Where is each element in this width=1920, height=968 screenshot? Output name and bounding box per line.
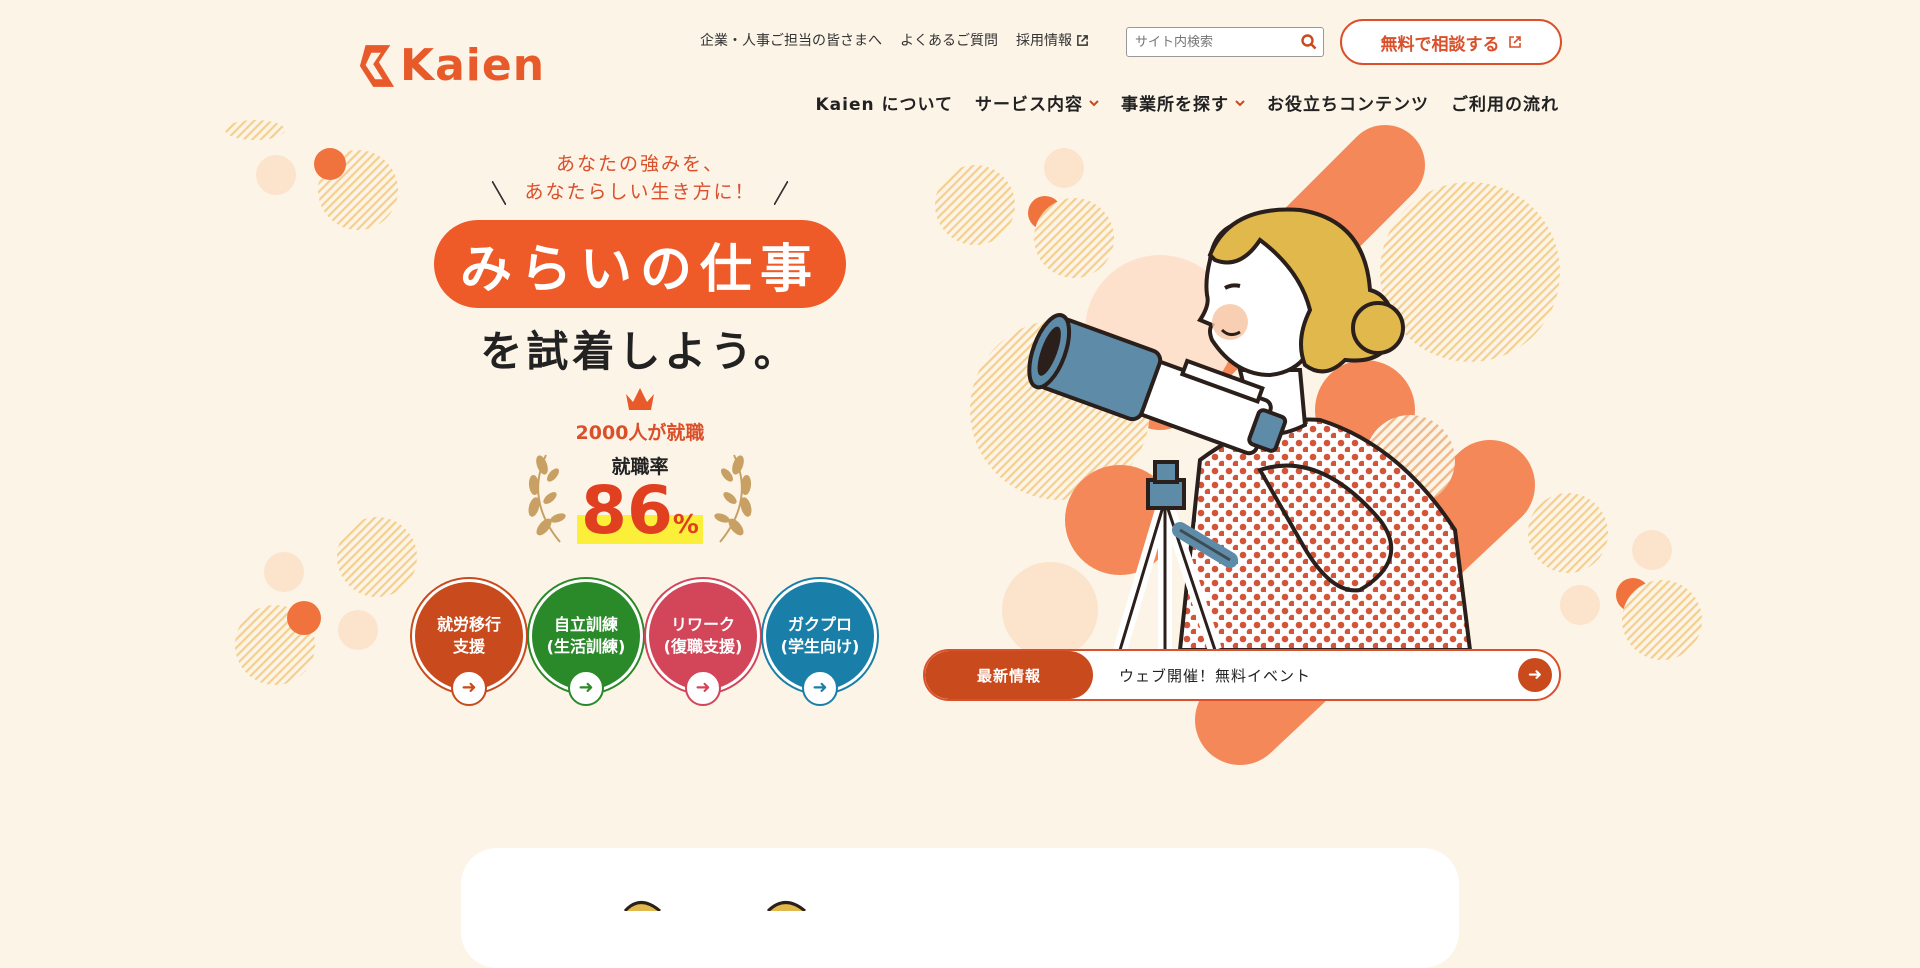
service-line2: (復職支援) — [663, 637, 743, 656]
nav-contents[interactable]: お役立ちコンテンツ — [1267, 90, 1429, 115]
external-link-icon — [1077, 34, 1088, 46]
employment-rate-value: 86 — [581, 472, 673, 549]
service-line2: (学生向け) — [780, 637, 860, 656]
nav-flow[interactable]: ご利用の流れ — [1451, 90, 1559, 115]
service-line2: (生活訓練) — [546, 637, 626, 656]
tagline-slash-left — [492, 180, 507, 205]
hero-tagline-1: あなたの強みを、 — [555, 153, 724, 175]
arrow-right-icon: ➜ — [1518, 658, 1552, 692]
service-line1: ガクプロ — [787, 615, 852, 634]
arrow-right-icon: ➜ — [685, 670, 721, 706]
hero-tagline-2: あなたらしい生き方に！ — [0, 178, 1280, 206]
tagline-slash-right — [773, 180, 788, 205]
arrow-right-icon: ➜ — [568, 670, 604, 706]
site-logo[interactable]: Kaien — [358, 40, 545, 91]
nav-services[interactable]: サービス内容 — [975, 90, 1099, 115]
content-card — [461, 848, 1459, 968]
service-line2: 支援 — [452, 637, 485, 656]
site-search — [1126, 27, 1324, 57]
logo-wordmark: Kaien — [400, 40, 546, 91]
arrow-right-icon: ➜ — [451, 670, 487, 706]
service-line1: 自立訓練 — [553, 615, 618, 634]
employment-count: 2000人が就職 — [575, 422, 705, 444]
character-illustration-peek — [623, 901, 806, 911]
free-consultation-button[interactable]: 無料で相談する — [1340, 19, 1562, 65]
search-icon — [1301, 34, 1317, 50]
link-recruit-label: 採用情報 — [1016, 33, 1072, 49]
latest-news-bar[interactable]: 最新情報 ウェブ開催！無料イベント ➜ — [923, 649, 1561, 701]
background-decoration — [225, 120, 1702, 765]
service-independence-training[interactable]: 自立訓練 (生活訓練) ➜ — [529, 579, 643, 706]
kaien-logo-icon — [359, 44, 395, 87]
nav-services-label: サービス内容 — [975, 95, 1083, 115]
search-button[interactable] — [1297, 30, 1321, 54]
nav-contents-label: お役立ちコンテンツ — [1267, 95, 1429, 115]
employment-rate-unit: % — [672, 510, 699, 540]
top-links: 企業・人事ご担当の皆さまへ よくあるご質問 採用情報 — [700, 30, 1089, 50]
service-rework[interactable]: リワーク (復職支援) ➜ — [646, 579, 760, 706]
external-link-icon — [1508, 36, 1521, 48]
hero-tagline-2-text: あなたらしい生き方に！ — [524, 181, 756, 203]
nav-flow-label: ご利用の流れ — [1451, 95, 1559, 115]
link-faq[interactable]: よくあるご質問 — [900, 30, 998, 50]
link-recruit[interactable]: 採用情報 — [1016, 30, 1089, 50]
service-line1: リワーク — [670, 615, 735, 634]
employment-rate: 86% — [520, 474, 760, 562]
hero-subheadline: を試着しよう。 — [480, 327, 800, 376]
nav-about[interactable]: Kaien について — [815, 90, 953, 115]
hero-headline: みらいの仕事 — [434, 220, 846, 308]
news-text: ウェブ開催！無料イベント — [1119, 666, 1312, 685]
hero-illustration — [1027, 207, 1473, 653]
service-line1: 就労移行 — [436, 615, 501, 634]
news-label: 最新情報 — [925, 651, 1093, 699]
chevron-down-icon — [1089, 99, 1099, 106]
main-nav: Kaien について サービス内容 事業所を探す お役立ちコンテンツ ご利用の流… — [815, 90, 1559, 115]
nav-about-label: Kaien について — [815, 95, 953, 115]
nav-offices[interactable]: 事業所を探す — [1121, 90, 1245, 115]
service-transition-support[interactable]: 就労移行 支援 ➜ — [412, 579, 526, 706]
service-gakupro[interactable]: ガクプロ (学生向け) ➜ — [763, 579, 877, 706]
chevron-down-icon — [1235, 99, 1245, 106]
crown-icon — [626, 388, 654, 410]
arrow-right-icon: ➜ — [802, 670, 838, 706]
consult-label: 無料で相談する — [1380, 34, 1500, 55]
nav-offices-label: 事業所を探す — [1121, 95, 1229, 115]
link-corporate[interactable]: 企業・人事ご担当の皆さまへ — [700, 30, 882, 50]
search-input[interactable] — [1127, 33, 1297, 51]
